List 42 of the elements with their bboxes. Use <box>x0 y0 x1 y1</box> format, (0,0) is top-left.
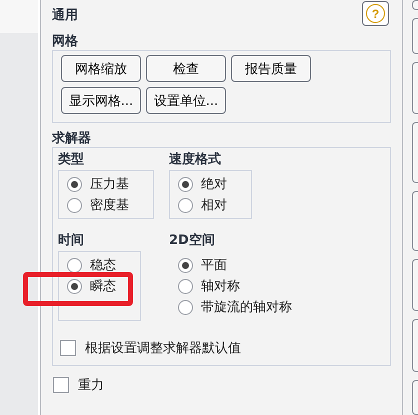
option-label: 密度基 <box>90 197 129 214</box>
option-label: 相对 <box>201 197 227 214</box>
side-button[interactable] <box>412 62 418 114</box>
radio-button[interactable] <box>178 258 193 272</box>
option-label: 带旋流的轴对称 <box>201 299 292 316</box>
radio-button[interactable] <box>67 198 82 212</box>
mesh-button[interactable]: 设置单位... <box>146 87 226 114</box>
radio-button[interactable] <box>67 176 82 192</box>
checkbox-label: 重力 <box>78 377 104 394</box>
checkbox-label: 根据设置调整求解器默认值 <box>85 340 241 357</box>
side-button[interactable] <box>412 319 418 372</box>
radio-button[interactable] <box>67 258 82 272</box>
radio-button[interactable] <box>178 198 193 212</box>
checkbox[interactable] <box>60 340 76 356</box>
section-title: 通用 <box>52 7 78 24</box>
side-button[interactable] <box>412 18 418 54</box>
radio-button[interactable] <box>178 300 193 314</box>
side-button[interactable] <box>412 0 418 10</box>
radio-button[interactable] <box>67 278 82 294</box>
checkbox[interactable] <box>53 377 69 393</box>
group-title: 2D空间 <box>169 233 216 249</box>
mesh-button[interactable]: 报告质量 <box>231 55 311 82</box>
mesh-button[interactable]: 网格缩放 <box>61 55 141 82</box>
radio-button[interactable] <box>178 176 193 192</box>
mesh-button[interactable]: 显示网格... <box>61 87 141 114</box>
group-title: 求解器 <box>52 131 91 146</box>
group-title: 时间 <box>58 233 85 249</box>
option-label: 轴对称 <box>201 278 240 295</box>
side-button[interactable] <box>412 122 418 183</box>
option-label: 稳态 <box>90 257 116 274</box>
option-label: 平面 <box>201 257 227 274</box>
option-label: 压力基 <box>90 176 129 193</box>
option-label: 瞬态 <box>90 278 116 295</box>
side-button[interactable] <box>412 190 418 252</box>
group-title: 网格 <box>52 34 78 49</box>
side-button[interactable] <box>412 259 418 312</box>
option-label: 绝对 <box>201 176 227 193</box>
radio-button[interactable] <box>178 278 193 294</box>
group-title: 速度格式 <box>169 152 222 168</box>
group-title: 类型 <box>58 152 85 168</box>
side-button[interactable] <box>412 380 418 415</box>
mesh-button[interactable]: 检查 <box>146 55 226 82</box>
